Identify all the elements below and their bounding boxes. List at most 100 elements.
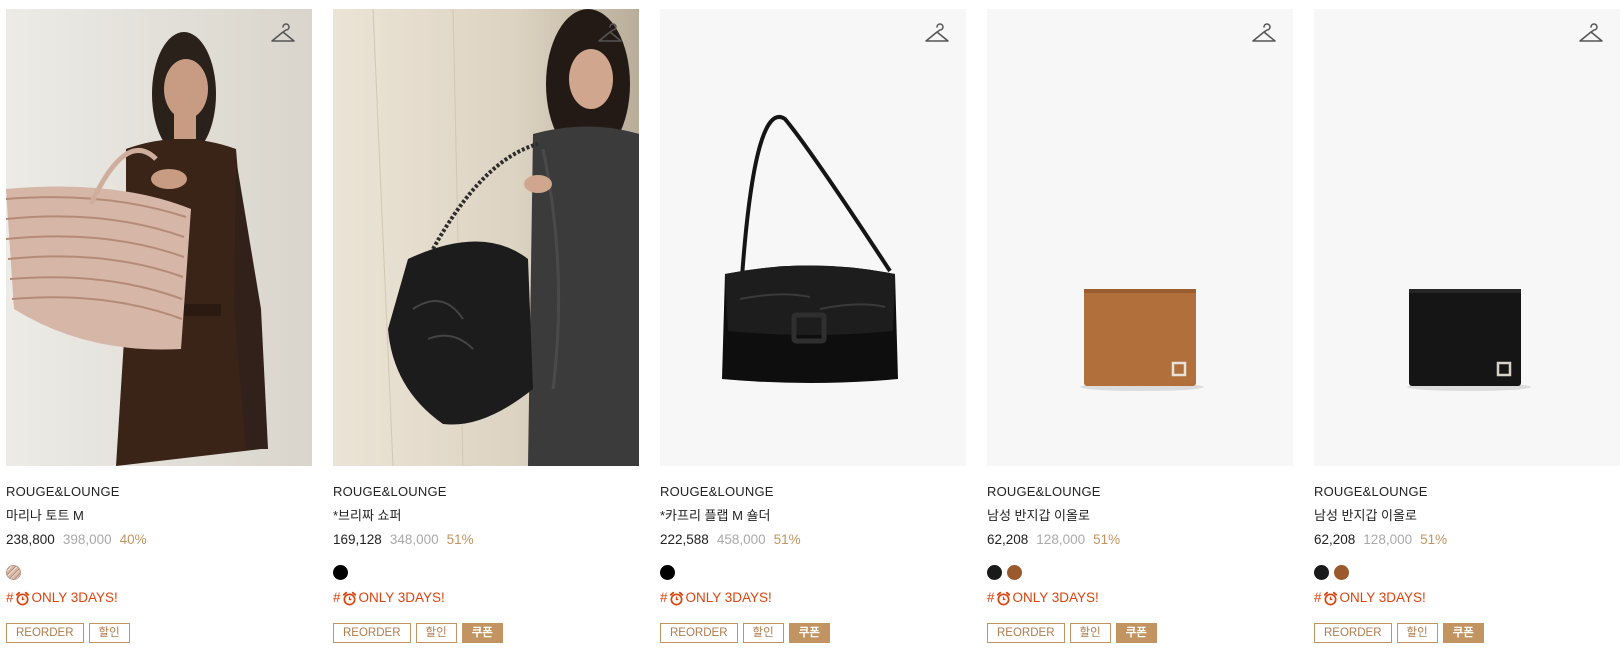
brand-name[interactable]: ROUGE&LOUNGE xyxy=(987,484,1293,500)
product-card[interactable]: ROUGE&LOUNGE *카프리 플랩 M 숄더 222,588 458,000… xyxy=(660,9,966,643)
discount-rate: 40% xyxy=(119,532,147,547)
promo-text: ONLY 3DAYS! xyxy=(358,590,445,605)
tag-discount: 할인 xyxy=(415,623,457,643)
hanger-icon[interactable] xyxy=(924,23,950,45)
tag-coupon: 쿠폰 xyxy=(788,623,830,643)
price-row: 169,128 348,000 51% xyxy=(333,532,639,548)
black-wallet-image xyxy=(1314,9,1620,466)
promo-hash: # xyxy=(1314,590,1322,605)
tag-reorder: REORDER xyxy=(6,623,84,643)
hanger-icon[interactable] xyxy=(1251,23,1277,45)
product-card[interactable]: ROUGE&LOUNGE *브리짜 쇼퍼 169,128 348,000 51% #… xyxy=(333,9,639,643)
product-image[interactable] xyxy=(6,9,312,466)
price-row: 238,800 398,000 40% xyxy=(6,532,312,548)
alarm-clock-icon xyxy=(996,591,1010,605)
tag-discount: 할인 xyxy=(88,623,130,643)
discount-rate: 51% xyxy=(446,532,474,547)
promo-text: ONLY 3DAYS! xyxy=(1012,590,1099,605)
tag-row: REORDER 할인 쿠폰 xyxy=(1314,623,1620,643)
brand-name[interactable]: ROUGE&LOUNGE xyxy=(1314,484,1620,500)
brand-name[interactable]: ROUGE&LOUNGE xyxy=(660,484,966,500)
brand-name[interactable]: ROUGE&LOUNGE xyxy=(6,484,312,500)
tag-coupon: 쿠폰 xyxy=(1442,623,1484,643)
color-swatch-brown[interactable] xyxy=(1334,565,1349,580)
discount-rate: 51% xyxy=(1420,532,1448,547)
tag-row: REORDER 할인 쿠폰 xyxy=(333,623,639,643)
black-shoulder-bag-image xyxy=(660,9,966,466)
tag-coupon: 쿠폰 xyxy=(1115,623,1157,643)
color-swatch-black[interactable] xyxy=(987,565,1002,580)
promo-line: # ONLY 3DAYS! xyxy=(987,589,1293,607)
tag-discount: 할인 xyxy=(742,623,784,643)
tag-discount: 할인 xyxy=(1396,623,1438,643)
brown-wallet-image xyxy=(987,9,1293,466)
tag-reorder: REORDER xyxy=(987,623,1065,643)
tag-row: REORDER 할인 쿠폰 xyxy=(987,623,1293,643)
product-grid: ROUGE&LOUNGE 마리나 토트 M 238,800 398,000 40% … xyxy=(6,9,1620,643)
promo-line: # ONLY 3DAYS! xyxy=(6,589,312,607)
alarm-clock-icon xyxy=(342,591,356,605)
promo-line: # ONLY 3DAYS! xyxy=(1314,589,1620,607)
price-row: 62,208 128,000 51% xyxy=(1314,532,1620,548)
alarm-clock-icon xyxy=(1323,591,1337,605)
color-swatches xyxy=(333,565,639,580)
hanger-icon[interactable] xyxy=(270,23,296,45)
promo-text: ONLY 3DAYS! xyxy=(31,590,118,605)
color-swatch-black[interactable] xyxy=(1314,565,1329,580)
color-swatches xyxy=(6,565,312,580)
original-price: 128,000 xyxy=(1363,532,1413,547)
sale-price: 62,208 xyxy=(1314,532,1356,547)
product-image[interactable] xyxy=(1314,9,1620,466)
product-image[interactable] xyxy=(987,9,1293,466)
alarm-clock-icon xyxy=(669,591,683,605)
tag-reorder: REORDER xyxy=(333,623,411,643)
tag-discount: 할인 xyxy=(1069,623,1111,643)
product-name[interactable]: 마리나 토트 M xyxy=(6,508,312,524)
original-price: 348,000 xyxy=(389,532,439,547)
hanger-icon[interactable] xyxy=(1578,23,1604,45)
sale-price: 238,800 xyxy=(6,532,55,547)
sale-price: 222,588 xyxy=(660,532,709,547)
original-price: 458,000 xyxy=(716,532,766,547)
price-row: 62,208 128,000 51% xyxy=(987,532,1293,548)
model-with-shopper-image xyxy=(333,9,639,466)
product-name[interactable]: 남성 반지갑 이올로 xyxy=(1314,508,1620,524)
promo-hash: # xyxy=(987,590,995,605)
promo-text: ONLY 3DAYS! xyxy=(1339,590,1426,605)
product-card[interactable]: ROUGE&LOUNGE 남성 반지갑 이올로 62,208 128,000 51%… xyxy=(1314,9,1620,643)
discount-rate: 51% xyxy=(773,532,801,547)
product-card[interactable]: ROUGE&LOUNGE 마리나 토트 M 238,800 398,000 40% … xyxy=(6,9,312,643)
hanger-icon[interactable] xyxy=(597,23,623,45)
promo-hash: # xyxy=(660,590,668,605)
alarm-clock-icon xyxy=(15,591,29,605)
promo-hash: # xyxy=(6,590,14,605)
color-swatch-black[interactable] xyxy=(660,565,675,580)
product-name[interactable]: 남성 반지갑 이올로 xyxy=(987,508,1293,524)
promo-hash: # xyxy=(333,590,341,605)
model-with-tote-image xyxy=(6,9,312,466)
product-name[interactable]: *브리짜 쇼퍼 xyxy=(333,508,639,524)
product-image[interactable] xyxy=(660,9,966,466)
promo-text: ONLY 3DAYS! xyxy=(685,590,772,605)
tag-coupon: 쿠폰 xyxy=(461,623,503,643)
original-price: 398,000 xyxy=(62,532,112,547)
price-row: 222,588 458,000 51% xyxy=(660,532,966,548)
color-swatches xyxy=(987,565,1293,580)
color-swatch-pattern[interactable] xyxy=(6,565,21,580)
tag-row: REORDER 할인 xyxy=(6,623,312,643)
discount-rate: 51% xyxy=(1093,532,1121,547)
tag-reorder: REORDER xyxy=(1314,623,1392,643)
tag-reorder: REORDER xyxy=(660,623,738,643)
product-card[interactable]: ROUGE&LOUNGE 남성 반지갑 이올로 62,208 128,000 51%… xyxy=(987,9,1293,643)
product-image[interactable] xyxy=(333,9,639,466)
color-swatch-black[interactable] xyxy=(333,565,348,580)
brand-name[interactable]: ROUGE&LOUNGE xyxy=(333,484,639,500)
sale-price: 62,208 xyxy=(987,532,1029,547)
original-price: 128,000 xyxy=(1036,532,1086,547)
promo-line: # ONLY 3DAYS! xyxy=(660,589,966,607)
product-name[interactable]: *카프리 플랩 M 숄더 xyxy=(660,508,966,524)
tag-row: REORDER 할인 쿠폰 xyxy=(660,623,966,643)
color-swatches xyxy=(1314,565,1620,580)
sale-price: 169,128 xyxy=(333,532,382,547)
color-swatch-brown[interactable] xyxy=(1007,565,1022,580)
